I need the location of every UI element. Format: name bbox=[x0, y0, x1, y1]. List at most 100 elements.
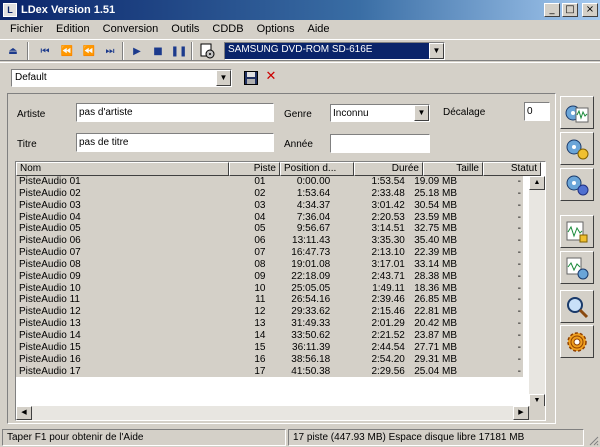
track-size: 23.87 MB bbox=[414, 329, 458, 341]
track-duration: 1:53.54 bbox=[371, 176, 405, 187]
horizontal-scrollbar[interactable]: ◀ ▶ bbox=[16, 406, 529, 420]
table-row[interactable]: PisteAudio 09 09 22:18.09 2:43.71 28.38 MB - bbox=[16, 271, 523, 283]
column-header-taille[interactable]: Taille bbox=[423, 162, 483, 176]
track-position: 7:36.04 bbox=[296, 211, 331, 223]
table-row[interactable]: PisteAudio 01 01 0:00.00 1:53.54 19.09 MB - bbox=[16, 176, 523, 188]
track-size: 32.75 MB bbox=[414, 223, 458, 235]
scroll-up-icon[interactable]: ▲ bbox=[529, 176, 545, 190]
delete-profile-button[interactable]: ✕ bbox=[263, 69, 279, 85]
status-hint: Taper F1 pour obtenir de l'Aide bbox=[2, 429, 286, 446]
menu-conversion[interactable]: Conversion bbox=[97, 23, 166, 35]
mp3-convert-button[interactable] bbox=[560, 251, 594, 284]
resize-grip-icon[interactable] bbox=[587, 434, 599, 446]
cd-to-wave-icon bbox=[565, 105, 589, 122]
genre-value: Inconnu bbox=[333, 108, 369, 119]
track-list[interactable]: Nom Piste Position d... Durée Taille Sta… bbox=[15, 161, 546, 421]
track-position: 13:11.43 bbox=[292, 235, 331, 247]
profile-select[interactable]: Default ▼ bbox=[11, 69, 232, 87]
artist-field[interactable]: pas d'artiste bbox=[76, 103, 274, 122]
eject-icon[interactable]: ⏏ bbox=[4, 42, 22, 60]
chevron-down-icon[interactable]: ▼ bbox=[429, 43, 444, 59]
track-position: 19:01.08 bbox=[291, 258, 331, 270]
track-size: 26.85 MB bbox=[414, 294, 458, 306]
column-header-statut[interactable]: Statut bbox=[483, 162, 541, 176]
chevron-down-icon[interactable]: ▼ bbox=[216, 70, 231, 86]
table-row[interactable]: PisteAudio 12 12 29:33.62 2:15.46 22.81 MB - bbox=[16, 306, 523, 318]
table-row[interactable]: PisteAudio 14 14 33:50.62 2:21.52 23.87 MB - bbox=[16, 330, 523, 342]
extract-ogg-button[interactable] bbox=[560, 168, 594, 201]
settings-button[interactable] bbox=[560, 325, 594, 358]
table-row[interactable]: PisteAudio 08 08 19:01.08 3:17.01 33.14 MB - bbox=[16, 259, 523, 271]
table-row[interactable]: PisteAudio 11 11 26:54.16 2:39.46 26.85 MB - bbox=[16, 294, 523, 306]
column-header-position[interactable]: Position d... bbox=[280, 162, 354, 176]
table-row[interactable]: PisteAudio 05 05 9:56.67 3:14.51 32.75 MB - bbox=[16, 223, 523, 235]
track-position: 31:49.33 bbox=[291, 318, 331, 330]
track-position: 22:18.09 bbox=[291, 270, 331, 282]
track-number: 04 bbox=[254, 211, 266, 223]
title-label: Titre bbox=[17, 139, 37, 150]
save-profile-button[interactable] bbox=[243, 70, 259, 86]
menu-aide[interactable]: Aide bbox=[302, 23, 337, 35]
track-duration: 2:43.71 bbox=[371, 270, 405, 282]
track-size: 20.42 MB bbox=[414, 318, 458, 330]
genre-select[interactable]: Inconnu ▼ bbox=[330, 104, 430, 122]
rewind-icon[interactable]: ⏪ bbox=[58, 42, 76, 60]
track-status: - bbox=[517, 341, 521, 353]
cd-info-icon[interactable] bbox=[198, 42, 216, 60]
track-list-body: PisteAudio 01 01 0:00.00 1:53.54 19.09 MB - Pi… bbox=[16, 176, 523, 378]
track-number: 02 bbox=[254, 187, 266, 199]
fast-forward-icon[interactable]: ⏪ bbox=[80, 42, 98, 60]
column-header-name[interactable]: Nom bbox=[16, 162, 229, 176]
search-button[interactable] bbox=[560, 290, 594, 323]
pause-icon[interactable]: ❚❚ bbox=[170, 42, 188, 60]
scroll-right-icon[interactable]: ▶ bbox=[513, 406, 529, 420]
table-row[interactable]: PisteAudio 07 07 16:47.73 2:13.10 22.39 MB - bbox=[16, 247, 523, 259]
chevron-down-icon[interactable]: ▼ bbox=[414, 105, 429, 121]
vertical-scrollbar[interactable]: ▲ ▼ bbox=[529, 176, 545, 408]
last-track-icon[interactable]: ⏭ bbox=[101, 42, 119, 60]
column-header-duree[interactable]: Durée bbox=[354, 162, 423, 176]
table-row[interactable]: PisteAudio 16 16 38:56.18 2:54.20 29.31 MB - bbox=[16, 354, 523, 366]
table-row[interactable]: PisteAudio 17 17 41:50.38 2:29.56 25.04 MB - bbox=[16, 366, 523, 378]
minimize-button[interactable]: _ bbox=[544, 3, 560, 17]
stop-icon[interactable]: ■ bbox=[149, 42, 167, 60]
table-row[interactable]: PisteAudio 06 06 13:11.43 3:35.30 35.40 MB - bbox=[16, 235, 523, 247]
table-row[interactable]: PisteAudio 15 15 36:11.39 2:44.54 27.71 MB - bbox=[16, 342, 523, 354]
table-row[interactable]: PisteAudio 13 13 31:49.33 2:01.29 20.42 MB - bbox=[16, 318, 523, 330]
menu-outils[interactable]: Outils bbox=[165, 23, 206, 35]
track-duration: 2:21.52 bbox=[371, 329, 405, 341]
extract-wav-button[interactable] bbox=[560, 96, 594, 129]
drive-select[interactable]: SAMSUNG DVD-ROM SD-616E ▼ bbox=[224, 42, 445, 60]
maximize-button[interactable]: □ bbox=[562, 3, 578, 17]
track-status: - bbox=[517, 353, 521, 365]
scroll-left-icon[interactable]: ◀ bbox=[16, 406, 32, 420]
track-size: 25.18 MB bbox=[414, 187, 458, 199]
track-size: 33.14 MB bbox=[414, 258, 458, 270]
track-size: 19.09 MB bbox=[414, 176, 458, 187]
track-list-header: Nom Piste Position d... Durée Taille Sta… bbox=[16, 162, 541, 176]
wave-convert-button[interactable] bbox=[560, 215, 594, 248]
title-field[interactable]: pas de titre bbox=[76, 133, 274, 152]
menu-cddb[interactable]: CDDB bbox=[206, 23, 250, 35]
year-field[interactable] bbox=[330, 134, 430, 153]
first-track-icon[interactable]: ⏮ bbox=[36, 42, 54, 60]
menu-edition[interactable]: Edition bbox=[50, 23, 97, 35]
offset-field[interactable]: 0 bbox=[524, 102, 550, 121]
track-name: PisteAudio 07 bbox=[19, 247, 81, 259]
track-name: PisteAudio 04 bbox=[19, 211, 81, 223]
menu-options[interactable]: Options bbox=[251, 23, 302, 35]
track-duration: 2:29.56 bbox=[371, 365, 405, 377]
track-duration: 2:33.48 bbox=[371, 187, 405, 199]
play-icon[interactable]: ▶ bbox=[128, 42, 146, 60]
table-row[interactable]: PisteAudio 04 04 7:36.04 2:20.53 23.59 MB - bbox=[16, 212, 523, 224]
extract-mp3-button[interactable] bbox=[560, 132, 594, 165]
toolbar: ⏏ ⏮ ⏪ ⏪ ⏭ ▶ ■ ❚❚ SAMSUNG DVD-ROM SD-616E… bbox=[0, 39, 600, 61]
menu-fichier[interactable]: Fichier bbox=[4, 23, 50, 35]
track-status: - bbox=[517, 211, 521, 223]
table-row[interactable]: PisteAudio 10 10 25:05.05 1:49.11 18.36 MB - bbox=[16, 283, 523, 295]
track-number: 06 bbox=[254, 235, 266, 247]
table-row[interactable]: PisteAudio 02 02 1:53.64 2:33.48 25.18 MB - bbox=[16, 188, 523, 200]
table-row[interactable]: PisteAudio 03 03 4:34.37 3:01.42 30.54 MB - bbox=[16, 200, 523, 212]
column-header-piste[interactable]: Piste bbox=[229, 162, 280, 176]
close-button[interactable]: × bbox=[582, 3, 598, 17]
